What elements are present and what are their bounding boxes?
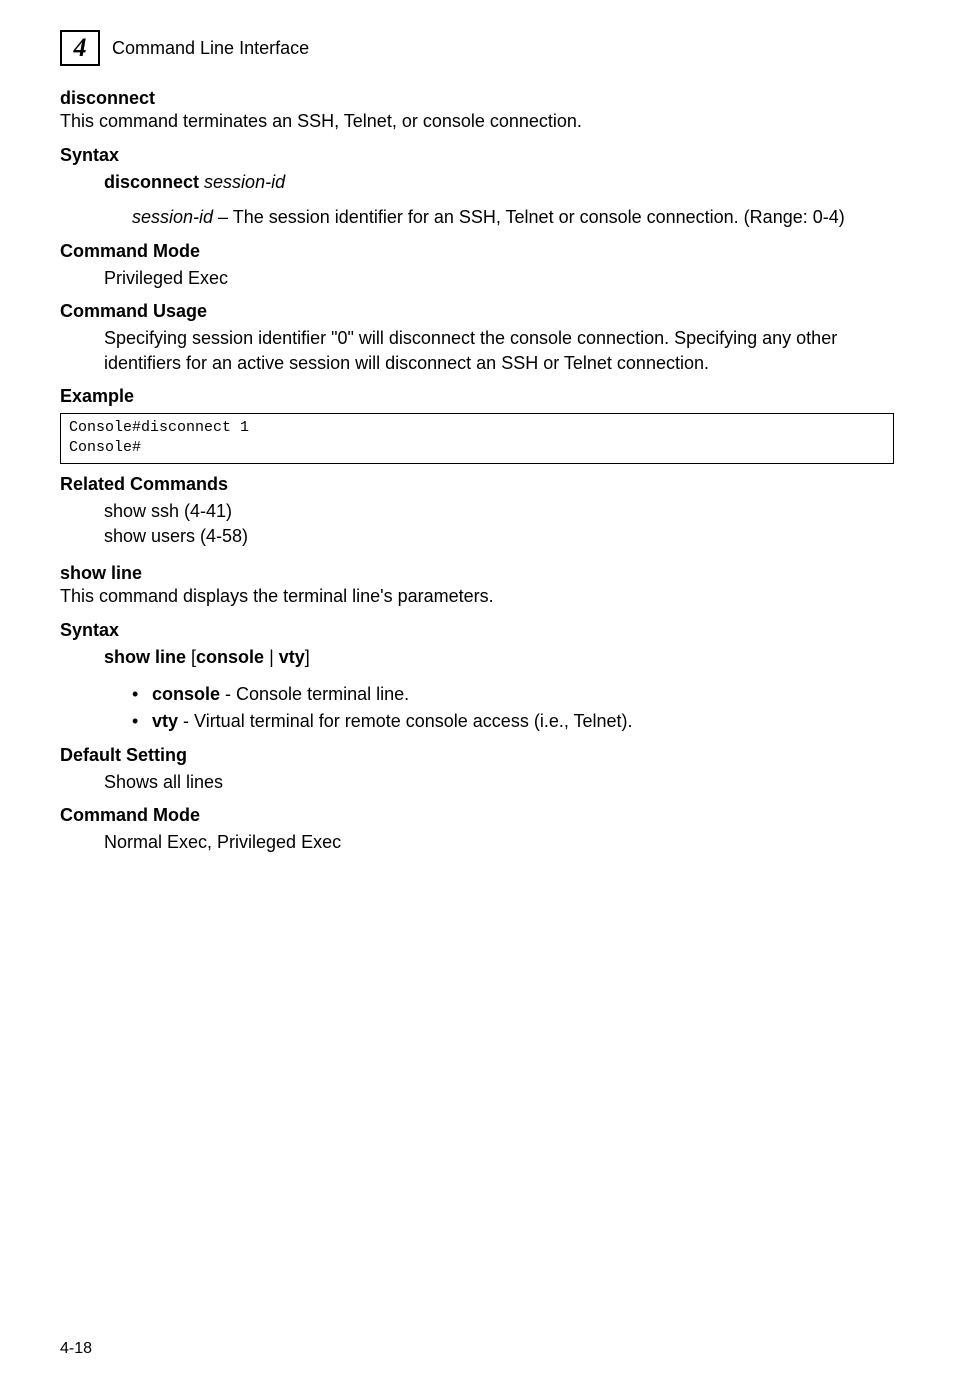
param-name: session-id bbox=[132, 207, 213, 227]
related-command-1: show ssh (4-41) bbox=[60, 499, 894, 524]
syntax-heading: Syntax bbox=[60, 145, 894, 166]
param-text: – The session identifier for an SSH, Tel… bbox=[213, 207, 845, 227]
syntax-bracket: [ bbox=[186, 647, 196, 667]
syntax-pipe: | bbox=[264, 647, 279, 667]
related-command-2: show users (4-58) bbox=[60, 524, 894, 549]
option-text: - Virtual terminal for remote console ac… bbox=[178, 711, 633, 731]
command-mode-heading: Command Mode bbox=[60, 241, 894, 262]
example-code-block: Console#disconnect 1 Console# bbox=[60, 413, 894, 464]
syntax-param: session-id bbox=[204, 172, 285, 192]
command-mode-text: Normal Exec, Privileged Exec bbox=[60, 830, 894, 855]
syntax-option: vty bbox=[279, 647, 305, 667]
command-usage-heading: Command Usage bbox=[60, 301, 894, 322]
command-title-disconnect: disconnect bbox=[60, 88, 894, 109]
list-item: vty - Virtual terminal for remote consol… bbox=[132, 708, 894, 735]
param-description: session-id – The session identifier for … bbox=[60, 205, 894, 230]
command-mode-text: Privileged Exec bbox=[60, 266, 894, 291]
page-header: 4 Command Line Interface bbox=[60, 30, 894, 66]
example-heading: Example bbox=[60, 386, 894, 407]
syntax-option: console bbox=[196, 647, 264, 667]
option-list: console - Console terminal line. vty - V… bbox=[60, 681, 894, 735]
option-name: console bbox=[152, 684, 220, 704]
page-title: Command Line Interface bbox=[112, 38, 309, 59]
command-usage-text: Specifying session identifier "0" will d… bbox=[60, 326, 894, 376]
option-text: - Console terminal line. bbox=[220, 684, 409, 704]
syntax-line: show line [console | vty] bbox=[60, 645, 894, 670]
default-setting-text: Shows all lines bbox=[60, 770, 894, 795]
syntax-heading: Syntax bbox=[60, 620, 894, 641]
option-name: vty bbox=[152, 711, 178, 731]
command-description: This command terminates an SSH, Telnet, … bbox=[60, 109, 894, 133]
command-mode-heading: Command Mode bbox=[60, 805, 894, 826]
related-commands-heading: Related Commands bbox=[60, 474, 894, 495]
default-setting-heading: Default Setting bbox=[60, 745, 894, 766]
syntax-bracket: ] bbox=[305, 647, 310, 667]
command-title-showline: show line bbox=[60, 563, 894, 584]
chapter-number-box: 4 bbox=[60, 30, 100, 66]
syntax-line: disconnect session-id bbox=[60, 170, 894, 195]
syntax-keyword: show line bbox=[104, 647, 186, 667]
syntax-keyword: disconnect bbox=[104, 172, 199, 192]
command-description: This command displays the terminal line'… bbox=[60, 584, 894, 608]
list-item: console - Console terminal line. bbox=[132, 681, 894, 708]
page-number: 4-18 bbox=[60, 1340, 92, 1358]
